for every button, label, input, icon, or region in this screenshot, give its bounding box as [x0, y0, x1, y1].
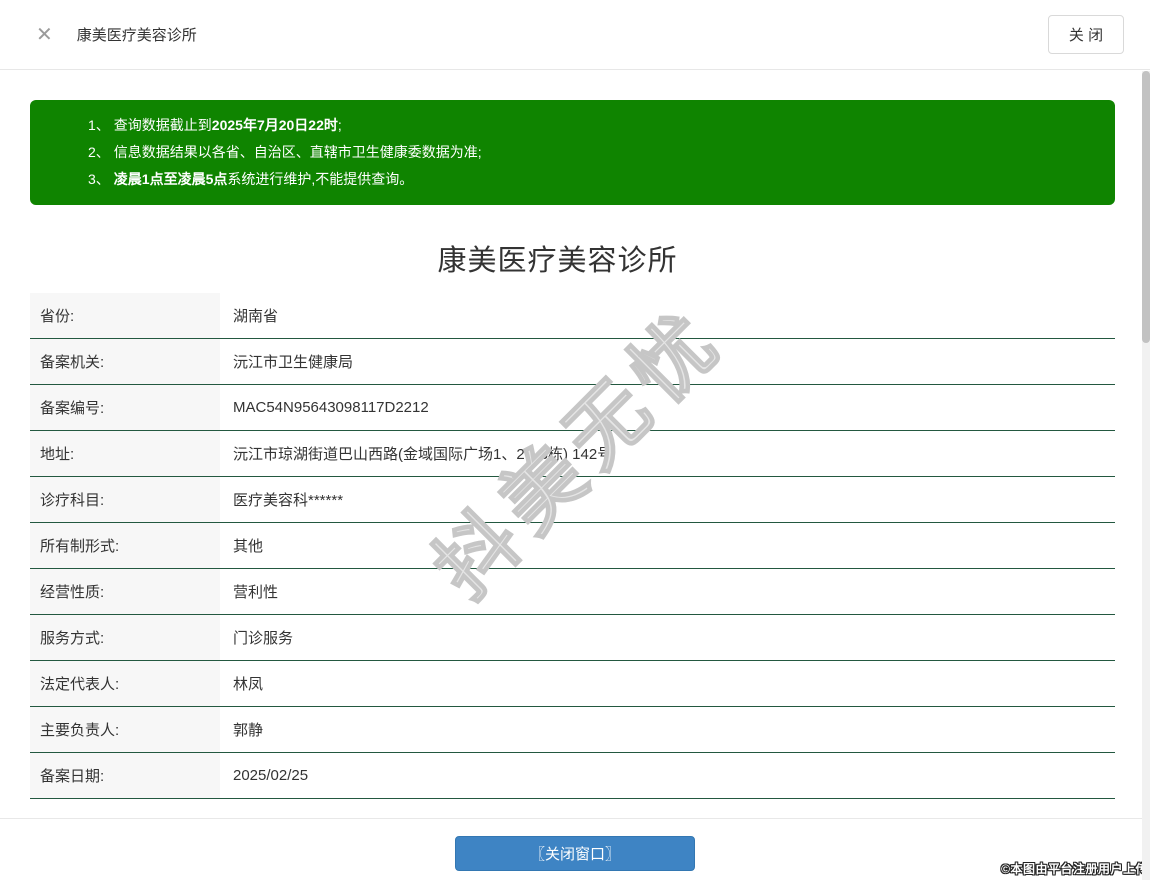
row-value: 门诊服务: [233, 630, 294, 647]
row-value: 2025/02/25: [233, 767, 309, 784]
notice-banner: 1、 查询数据截止到2025年7月20日22时; 2、 信息数据结果以各省、自治区、…: [30, 100, 1115, 205]
row-value: 营利性: [233, 584, 279, 601]
row-value: 医疗美容科******: [233, 492, 344, 509]
notice-item: 3、 凌晨1点至凌晨5点系统进行维护,不能提供查询。: [88, 171, 414, 187]
row-value: 沅江市卫生健康局: [233, 354, 354, 371]
window-titlebar: ✕ 康美医疗美容诊所 关 闭: [0, 0, 1150, 70]
row-label: 经营性质:: [30, 569, 220, 614]
row-value: MAC54N95643098117D2212: [233, 399, 429, 416]
notice-item-number: 2、: [88, 144, 110, 160]
row-label: 备案编号:: [30, 385, 220, 430]
row-label: 诊疗科目:: [30, 477, 220, 522]
window-title: 康美医疗美容诊所: [76, 27, 197, 44]
table-row: 服务方式: 门诊服务: [30, 615, 1115, 661]
table-row: 地址: 沅江市琼湖街道巴山西路(金域国际广场1、2、3栋) 142号: [30, 431, 1115, 477]
row-value: 林凤: [233, 676, 264, 693]
table-row: 诊疗科目: 医疗美容科******: [30, 477, 1115, 523]
close-window-button[interactable]: 〖关闭窗口〗: [455, 836, 695, 871]
row-label: 省份:: [30, 293, 220, 338]
row-value: 沅江市琼湖街道巴山西路(金域国际广场1、2、3栋) 142号: [233, 446, 613, 463]
footer-bar: 〖关闭窗口〗 ©本图由平台注册用户上传: [0, 818, 1150, 880]
notice-item: 2、 信息数据结果以各省、自治区、直辖市卫生健康委数据为准;: [88, 144, 482, 160]
row-value: 湖南省: [233, 308, 279, 325]
table-row: 所有制形式: 其他: [30, 523, 1115, 569]
table-row: 备案机关: 沅江市卫生健康局: [30, 339, 1115, 385]
table-row: 备案日期: 2025/02/25: [30, 753, 1115, 799]
notice-item-number: 1、: [88, 117, 110, 133]
close-button[interactable]: 关 闭: [1048, 15, 1124, 54]
row-value: 其他: [233, 538, 264, 555]
table-row: 经营性质: 营利性: [30, 569, 1115, 615]
table-row: 备案编号: MAC54N95643098117D2212: [30, 385, 1115, 431]
row-label: 所有制形式:: [30, 523, 220, 568]
notice-list: 1、 查询数据截止到2025年7月20日22时; 2、 信息数据结果以各省、自治区、…: [88, 112, 1095, 193]
row-label: 服务方式:: [30, 615, 220, 660]
notice-item-number: 3、: [88, 171, 110, 187]
notice-item: 1、 查询数据截止到2025年7月20日22时;: [88, 117, 342, 133]
row-label: 主要负责人:: [30, 707, 220, 752]
row-label: 地址:: [30, 431, 220, 476]
table-row: 省份: 湖南省: [30, 293, 1115, 339]
row-value: 郭静: [233, 722, 264, 739]
scrollbar-track[interactable]: [1142, 71, 1150, 880]
row-label: 备案日期:: [30, 753, 220, 798]
close-x-icon[interactable]: ✕: [36, 25, 53, 45]
table-row: 法定代表人: 林凤: [30, 661, 1115, 707]
upload-credit-text: ©本图由平台注册用户上传: [1001, 862, 1148, 876]
row-label: 法定代表人:: [30, 661, 220, 706]
table-row: 主要负责人: 郭静: [30, 707, 1115, 753]
scrollbar-thumb[interactable]: [1142, 71, 1150, 343]
row-label: 备案机关:: [30, 339, 220, 384]
clinic-name-title: 康美医疗美容诊所: [437, 245, 678, 277]
detail-table: 省份: 湖南省 备案机关: 沅江市卫生健康局 备案编号: MAC54N95643…: [30, 293, 1115, 799]
